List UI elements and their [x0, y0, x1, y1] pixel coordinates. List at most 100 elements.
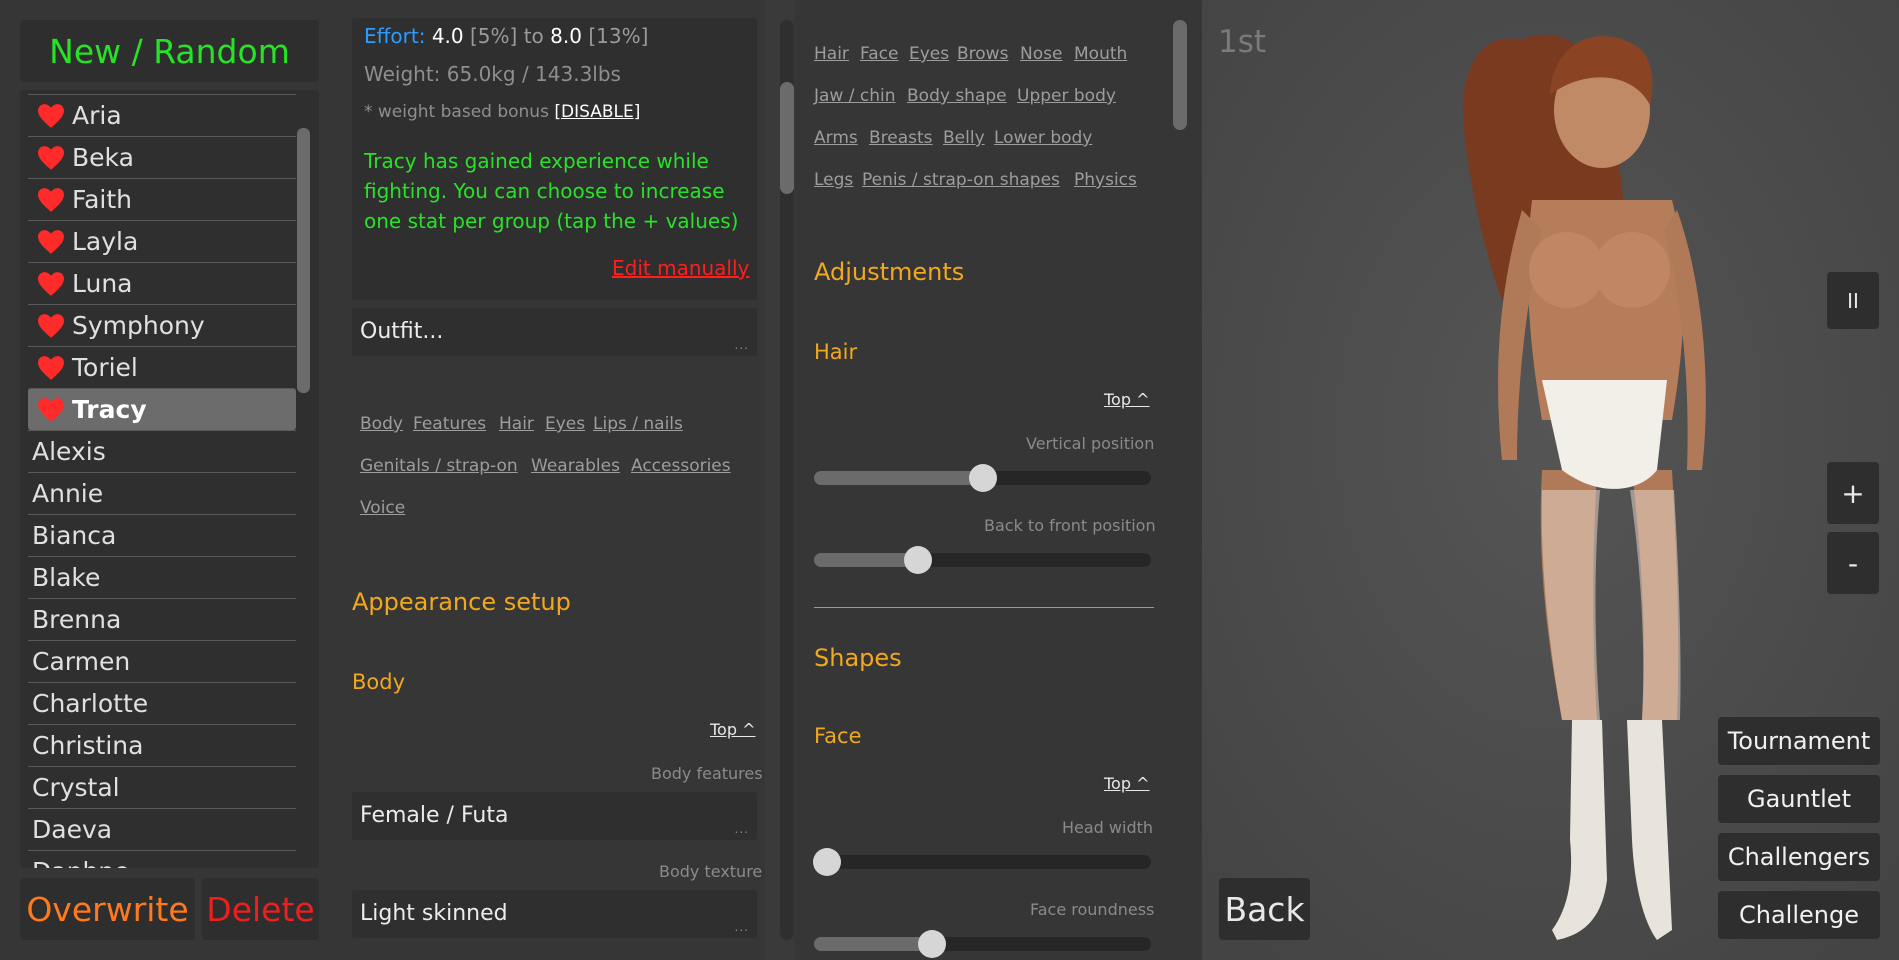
- tournament-button[interactable]: Tournament: [1718, 717, 1880, 765]
- body-features-select[interactable]: Female / Futa ...: [352, 792, 757, 840]
- shape-nav-upper-body[interactable]: Upper body: [1017, 86, 1116, 106]
- favorite-heart-icon: [38, 355, 64, 380]
- character-list-item[interactable]: Carmen: [28, 640, 296, 682]
- favorite-heart-icon: [38, 229, 64, 254]
- back-button[interactable]: Back: [1219, 878, 1310, 940]
- character-list-item[interactable]: Luna: [28, 262, 296, 304]
- shape-nav-nose[interactable]: Nose: [1020, 44, 1062, 64]
- minus-icon: -: [1847, 546, 1859, 580]
- challengers-button[interactable]: Challengers: [1718, 833, 1880, 881]
- nav-body[interactable]: Body: [360, 414, 403, 434]
- vertical-position-handle[interactable]: [968, 464, 997, 492]
- character-name: Crystal: [32, 773, 120, 802]
- nav-features[interactable]: Features: [413, 414, 486, 434]
- nav-voice[interactable]: Voice: [360, 498, 405, 518]
- appearance-scrollbar[interactable]: [780, 82, 794, 194]
- shape-nav-body-shape[interactable]: Body shape: [907, 86, 1007, 106]
- shape-nav-mouth[interactable]: Mouth: [1074, 44, 1127, 64]
- zoom-in-button[interactable]: +: [1827, 462, 1879, 524]
- shape-nav-breasts[interactable]: Breasts: [869, 128, 933, 148]
- favorite-heart-icon: [38, 103, 64, 128]
- character-name: Christina: [32, 731, 144, 760]
- character-list-item[interactable]: Layla: [28, 220, 296, 262]
- shape-nav-brows[interactable]: Brows: [957, 44, 1008, 64]
- favorite-heart-icon: [38, 271, 64, 296]
- shape-nav-physics[interactable]: Physics: [1074, 170, 1137, 190]
- vertical-position-label: Vertical position: [1026, 434, 1155, 453]
- edit-manually-link[interactable]: Edit manually: [612, 256, 749, 280]
- character-list-item[interactable]: Crystal: [28, 766, 296, 808]
- shape-nav-lower-body[interactable]: Lower body: [994, 128, 1092, 148]
- effort-to: to: [523, 24, 544, 48]
- character-list-scrollbar[interactable]: [297, 128, 310, 393]
- character-list-item[interactable]: Symphony: [28, 304, 296, 346]
- pause-button[interactable]: II: [1827, 272, 1879, 329]
- body-top-link[interactable]: Top ^: [710, 720, 756, 739]
- back-front-position-slider[interactable]: [814, 546, 1151, 574]
- hair-top-link[interactable]: Top ^: [1104, 390, 1150, 409]
- new-random-button[interactable]: New / Random: [20, 20, 319, 82]
- nav-genitals[interactable]: Genitals / strap-on: [360, 456, 518, 476]
- face-roundness-slider[interactable]: [814, 930, 1151, 958]
- shape-nav-penis-strap-on[interactable]: Penis / strap-on shapes: [862, 170, 1060, 190]
- character-list-item[interactable]: Daeva: [28, 808, 296, 850]
- character-name: Toriel: [72, 353, 138, 382]
- character-list-item[interactable]: Tracy: [28, 388, 296, 430]
- vertical-position-fill: [814, 471, 983, 485]
- character-list-item[interactable]: Charlotte: [28, 682, 296, 724]
- character-list-item[interactable]: Beka: [28, 136, 296, 178]
- character-list-item[interactable]: Alexis: [28, 430, 296, 472]
- character-name: Luna: [72, 269, 133, 298]
- shape-nav-legs[interactable]: Legs: [814, 170, 853, 190]
- shape-nav-belly[interactable]: Belly: [943, 128, 985, 148]
- character-list-item[interactable]: Aria: [28, 94, 296, 136]
- shape-nav-hair[interactable]: Hair: [814, 44, 849, 64]
- outfit-button[interactable]: Outfit... ...: [352, 308, 757, 356]
- shape-nav-arms[interactable]: Arms: [814, 128, 858, 148]
- gauntlet-button[interactable]: Gauntlet: [1718, 775, 1880, 823]
- shape-nav-jaw[interactable]: Jaw / chin: [814, 86, 896, 106]
- delete-button[interactable]: Delete: [202, 878, 319, 940]
- nav-accessories[interactable]: Accessories: [631, 456, 731, 476]
- head-width-slider[interactable]: [813, 848, 1151, 876]
- character-list-item[interactable]: Blake: [28, 556, 296, 598]
- zoom-out-button[interactable]: -: [1827, 532, 1879, 594]
- overwrite-button[interactable]: Overwrite: [20, 878, 195, 940]
- adjustments-title: Adjustments: [814, 258, 965, 286]
- nav-wearables[interactable]: Wearables: [531, 456, 620, 476]
- shape-nav-eyes[interactable]: Eyes: [909, 44, 949, 64]
- shapes-scrollbar[interactable]: [1173, 20, 1187, 130]
- challenge-button[interactable]: Challenge: [1718, 891, 1880, 939]
- nav-eyes[interactable]: Eyes: [545, 414, 585, 434]
- face-roundness-handle[interactable]: [917, 930, 946, 958]
- shape-nav-face[interactable]: Face: [860, 44, 898, 64]
- character-list-item[interactable]: Annie: [28, 472, 296, 514]
- nav-hair[interactable]: Hair: [499, 414, 534, 434]
- character-list-item[interactable]: Toriel: [28, 346, 296, 388]
- character-list-item[interactable]: Daphne: [28, 850, 296, 868]
- character-name: Faith: [72, 185, 132, 214]
- body-texture-value: Light skinned: [360, 901, 508, 926]
- rank-label: 1st: [1218, 24, 1267, 60]
- character-name: Daeva: [32, 815, 113, 844]
- back-label: Back: [1224, 889, 1305, 929]
- character-name: Bianca: [32, 521, 117, 550]
- face-top-link[interactable]: Top ^: [1104, 774, 1150, 793]
- character-list-item[interactable]: Christina: [28, 724, 296, 766]
- favorite-heart-icon: [38, 187, 64, 212]
- body-texture-select[interactable]: Light skinned ...: [352, 890, 757, 938]
- character-name: Beka: [72, 143, 134, 172]
- character-name: Alexis: [32, 437, 106, 466]
- vertical-position-slider[interactable]: [814, 464, 1151, 492]
- face-roundness-fill: [814, 937, 932, 951]
- face-heading: Face: [814, 724, 862, 748]
- disable-bonus-link[interactable]: [DISABLE]: [554, 102, 640, 122]
- character-list[interactable]: Aria Beka Faith Layla Luna Symphony Toriel Trac…: [20, 90, 319, 868]
- body-features-label: Body features: [651, 764, 763, 783]
- nav-lips-nails[interactable]: Lips / nails: [593, 414, 683, 434]
- character-list-item[interactable]: Faith: [28, 178, 296, 220]
- character-list-item[interactable]: Brenna: [28, 598, 296, 640]
- character-list-item[interactable]: Bianca: [28, 514, 296, 556]
- body-heading: Body: [352, 670, 406, 694]
- weight-readout: Weight: 65.0kg / 143.3lbs: [364, 62, 621, 86]
